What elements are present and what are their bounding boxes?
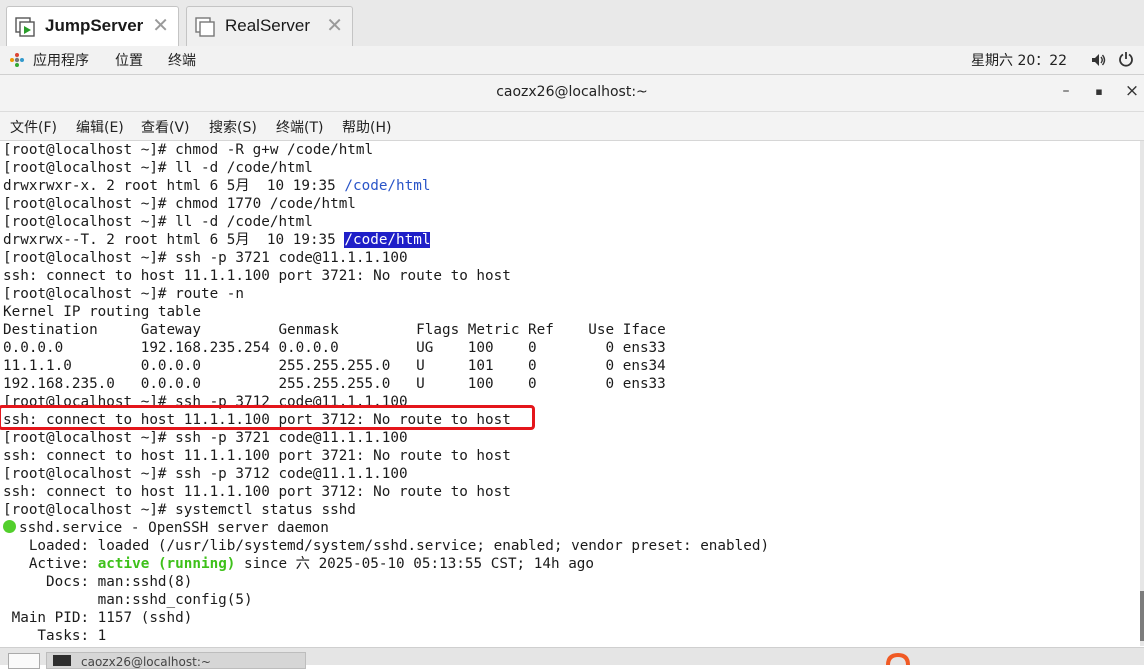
taskbar-window-button[interactable]: caozx26@localhost:~ (46, 652, 306, 669)
app-logo-icon (886, 652, 910, 665)
terminal-line: [root@localhost ~]# route -n (3, 286, 245, 302)
terminal-line: Main PID: 1157 (sshd) (3, 610, 193, 626)
close-window-button[interactable]: × (1124, 81, 1140, 101)
menu-search[interactable]: 搜索(S) (209, 117, 257, 137)
terminal-line: [root@localhost ~]# ssh -p 3721 code@11.… (3, 430, 408, 446)
terminal-line: [root@localhost ~]# chmod -R g+w /code/h… (3, 142, 374, 158)
terminal-line: Loaded: loaded (/usr/lib/systemd/system/… (3, 538, 770, 554)
service-status-dot-icon (3, 520, 16, 533)
terminal-line: man:sshd_config(5) (3, 592, 253, 608)
server-tab-icon (195, 17, 215, 37)
terminal-line: drwxrwx--T. 2 root html 6 5月 10 19:35 /c… (3, 231, 431, 249)
volume-icon[interactable] (1090, 52, 1106, 68)
menu-file[interactable]: 文件(F) (10, 117, 57, 137)
menu-terminal[interactable]: 终端(T) (276, 117, 323, 137)
routing-table-row: 0.0.0.0 192.168.235.254 0.0.0.0 UG 100 0… (3, 340, 666, 356)
listing-text: drwxrwx--T. 2 root html 6 5月 10 19:35 (3, 232, 345, 248)
menu-help[interactable]: 帮助(H) (342, 117, 391, 137)
terminal-line: [root@localhost ~]# ll -d /code/html (3, 160, 313, 176)
taskbar-window-label: caozx26@localhost:~ (81, 655, 211, 669)
terminal-icon (53, 655, 71, 666)
routing-table-row: 11.1.1.0 0.0.0.0 255.255.255.0 U 101 0 0… (3, 358, 666, 374)
window-title: caozx26@localhost:~ (496, 84, 648, 100)
minimize-button[interactable]: – (1058, 83, 1074, 99)
routing-table-header: Destination Gateway Genmask Flags Metric… (3, 322, 666, 338)
terminal-line: Kernel IP routing table (3, 304, 201, 320)
tab-realserver[interactable]: RealServer ✕ (186, 6, 353, 46)
service-name: sshd.service - OpenSSH server daemon (19, 520, 329, 536)
active-label: Active: (3, 556, 98, 572)
terminal-line: Docs: man:sshd(8) (3, 574, 193, 590)
close-tab-icon[interactable]: ✕ (326, 15, 343, 35)
bottom-taskbar: caozx26@localhost:~ (0, 647, 1144, 669)
terminal-line: sshd.service - OpenSSH server daemon (3, 519, 329, 537)
listing-text: drwxrwxr-x. 2 root html 6 5月 10 19:35 (3, 178, 345, 194)
desktop-top-bar: 应用程序 位置 终端 星期六 20：22 (0, 46, 1144, 75)
terminal-line: Active: active (running) since 六 2025-05… (3, 555, 594, 573)
clock[interactable]: 星期六 20：22 (971, 50, 1067, 70)
tab-jumpserver[interactable]: JumpServer ✕ (6, 6, 179, 46)
menu-edit[interactable]: 编辑(E) (76, 117, 124, 137)
applications-menu[interactable]: 应用程序 (33, 50, 89, 70)
terminal-line: [root@localhost ~]# chmod 1770 /code/htm… (3, 196, 356, 212)
error-highlight-box (0, 405, 535, 430)
terminal-scrollbar[interactable] (1140, 141, 1144, 646)
terminal-line: ssh: connect to host 11.1.1.100 port 372… (3, 268, 511, 284)
terminal-line: [root@localhost ~]# systemctl status ssh… (3, 502, 356, 518)
active-state: active (running) (97, 556, 236, 572)
routing-table-row: 192.168.235.0 0.0.0.0 255.255.255.0 U 10… (3, 376, 666, 392)
terminal-line: ssh: connect to host 11.1.1.100 port 372… (3, 448, 511, 464)
close-tab-icon[interactable]: ✕ (152, 15, 169, 35)
terminal-app-menu[interactable]: 终端 (168, 50, 196, 70)
active-since: since 六 2025-05-10 05:13:55 CST; 14h ago (235, 556, 595, 572)
tab-label: RealServer (225, 16, 311, 35)
scrollbar-thumb[interactable] (1140, 591, 1144, 641)
terminal-line: drwxrwxr-x. 2 root html 6 5月 10 19:35 /c… (3, 177, 430, 195)
applications-icon (10, 53, 24, 67)
show-desktop-button[interactable] (8, 653, 40, 669)
selected-directory-path: /code/html (344, 232, 431, 248)
power-icon[interactable] (1118, 51, 1134, 67)
terminal-line: Tasks: 1 (3, 628, 107, 644)
directory-path: /code/html (344, 178, 431, 194)
window-title-bar: caozx26@localhost:~ – ▪ × (0, 75, 1144, 112)
terminal-output[interactable]: [root@localhost ~]# chmod -R g+w /code/h… (0, 141, 1140, 646)
server-tab-icon (15, 17, 35, 37)
maximize-button[interactable]: ▪ (1091, 85, 1107, 98)
terminal-line: [root@localhost ~]# ssh -p 3721 code@11.… (3, 250, 408, 266)
terminal-line: [root@localhost ~]# ll -d /code/html (3, 214, 313, 230)
places-menu[interactable]: 位置 (115, 50, 143, 70)
terminal-line: [root@localhost ~]# ssh -p 3712 code@11.… (3, 466, 408, 482)
menu-view[interactable]: 查看(V) (141, 117, 190, 137)
tab-strip: JumpServer ✕ RealServer ✕ (0, 0, 1144, 46)
terminal-line: ssh: connect to host 11.1.1.100 port 371… (3, 484, 511, 500)
tab-label: JumpServer (45, 16, 144, 35)
terminal-menu-bar: 文件(F) 编辑(E) 查看(V) 搜索(S) 终端(T) 帮助(H) (0, 112, 1144, 141)
